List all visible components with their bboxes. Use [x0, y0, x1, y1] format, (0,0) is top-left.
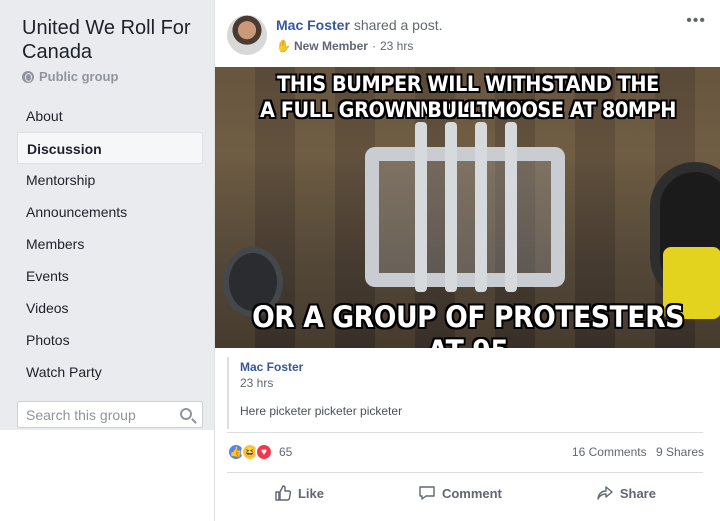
share-arrow-icon — [597, 486, 613, 500]
comment-icon — [419, 486, 435, 500]
like-button[interactable]: Like — [274, 484, 324, 502]
nav-item-watch-party[interactable]: Watch Party — [17, 356, 203, 388]
reactions-summary[interactable]: 👍 😆 ♥ 65 — [227, 443, 292, 461]
member-badge: New Member — [293, 39, 368, 53]
love-icon: ♥ — [255, 443, 273, 461]
thumbs-up-icon — [275, 485, 292, 501]
meme-caption-bottom: OR A GROUP OF PROTESTERS AT 95 — [252, 300, 684, 348]
post-action-text: shared a post. — [353, 17, 443, 33]
image-bumper-shape — [365, 147, 565, 287]
nav-item-videos[interactable]: Videos — [17, 292, 203, 324]
search-input[interactable] — [18, 402, 168, 427]
shared-timestamp[interactable]: 23 hrs — [240, 376, 273, 390]
post-image[interactable]: THIS BUMPER WILL WITHSTAND THE IMPACT OF… — [215, 67, 720, 348]
image-bumper-bar — [415, 122, 427, 292]
meme-caption-top-2: A FULL GROWN BULL MOOSE AT 80MPH — [259, 98, 677, 122]
search-icon[interactable] — [180, 408, 192, 420]
image-bumper-bar — [475, 122, 487, 292]
divider — [227, 472, 703, 473]
divider — [227, 432, 703, 433]
engagement-counts: 16 Comments 9 Shares — [566, 445, 704, 459]
comments-count-link[interactable]: 16 Comments — [572, 445, 647, 459]
post-header: Mac Foster shared a post. — [276, 17, 443, 33]
post-timestamp[interactable]: 23 hrs — [380, 39, 413, 53]
nav-item-mentorship[interactable]: Mentorship — [17, 164, 203, 196]
reaction-count: 65 — [279, 445, 293, 459]
more-options-icon[interactable]: ••• — [686, 12, 706, 30]
shared-post-quote: Mac Foster 23 hrs Here picketer picketer… — [227, 357, 707, 429]
comment-button[interactable]: Comment — [418, 484, 502, 502]
group-privacy: Public group — [22, 69, 118, 84]
avatar[interactable] — [227, 15, 267, 55]
share-label: Share — [619, 485, 656, 501]
shares-count-link[interactable]: 9 Shares — [656, 445, 704, 459]
post-meta: ✋ New Member · 23 hrs — [276, 39, 413, 53]
post-card: Mac Foster shared a post. ✋ New Member ·… — [214, 0, 720, 521]
image-bumper-bar — [445, 122, 457, 292]
group-sidebar: United We Roll For Canada Public group A… — [0, 0, 214, 430]
image-bumper-bar — [505, 122, 517, 292]
nav-item-discussion[interactable]: Discussion — [17, 132, 203, 164]
post-actions: Like Comment Share — [227, 478, 703, 508]
shared-author-link[interactable]: Mac Foster — [240, 360, 303, 374]
post-author-link[interactable]: Mac Foster — [276, 17, 350, 33]
share-button[interactable]: Share — [596, 484, 656, 502]
nav-item-events[interactable]: Events — [17, 260, 203, 292]
privacy-label: Public group — [39, 69, 119, 84]
wave-hand-icon: ✋ — [276, 39, 291, 53]
nav-item-photos[interactable]: Photos — [17, 324, 203, 356]
comment-label: Comment — [441, 485, 502, 501]
group-nav: About Discussion Mentorship Announcement… — [17, 100, 203, 388]
like-label: Like — [297, 485, 324, 501]
group-search — [17, 401, 203, 428]
group-title[interactable]: United We Roll For Canada — [22, 16, 212, 64]
meta-separator: · — [371, 39, 376, 53]
nav-item-about[interactable]: About — [17, 100, 203, 132]
nav-item-announcements[interactable]: Announcements — [17, 196, 203, 228]
globe-icon — [22, 70, 34, 83]
nav-item-members[interactable]: Members — [17, 228, 203, 260]
sidebar-bottom-area — [0, 430, 214, 521]
shared-text: Here picketer picketer picketer — [240, 404, 403, 418]
